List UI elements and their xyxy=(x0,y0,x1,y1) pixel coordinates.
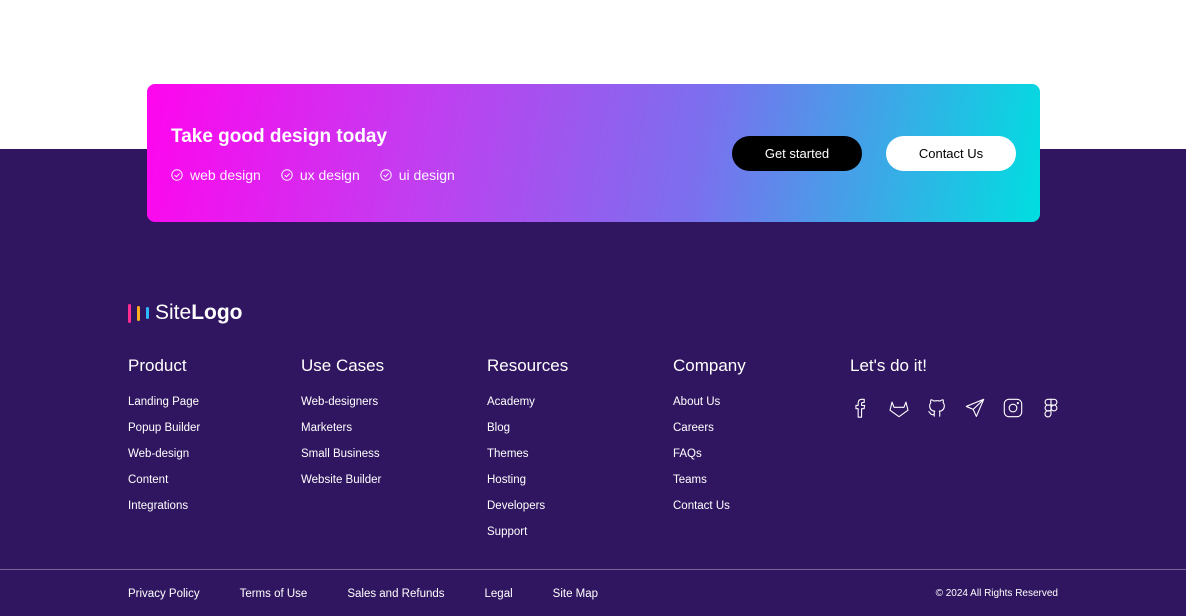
footer-divider xyxy=(0,569,1186,570)
column-title: Let's do it! xyxy=(850,356,927,375)
site-logo[interactable]: SiteLogo xyxy=(128,301,243,325)
terms-of-use-link[interactable]: Terms of Use xyxy=(240,588,308,600)
footer-link[interactable]: About Us xyxy=(673,395,746,421)
legal-links: Privacy Policy Terms of Use Sales and Re… xyxy=(128,588,638,600)
footer-link[interactable]: Web-designers xyxy=(301,395,384,421)
cta-tag-label: ux design xyxy=(299,167,360,183)
legal-link[interactable]: Legal xyxy=(485,588,513,600)
logo-mark-icon xyxy=(128,303,149,323)
get-started-button[interactable]: Get started xyxy=(732,136,862,171)
site-map-link[interactable]: Site Map xyxy=(553,588,598,600)
logo-bar xyxy=(128,303,131,323)
logo-bar xyxy=(137,305,140,321)
footer-link[interactable]: Contact Us xyxy=(673,499,746,525)
footer-link[interactable]: Website Builder xyxy=(301,473,384,499)
figma-icon[interactable] xyxy=(1040,396,1062,420)
column-title: Product xyxy=(128,356,187,375)
footer-link[interactable]: Developers xyxy=(487,499,568,525)
cta-title: Take good design today xyxy=(171,126,388,147)
check-circle-icon xyxy=(380,169,392,181)
footer-link[interactable]: Blog xyxy=(487,421,568,447)
footer-link[interactable]: Careers xyxy=(673,421,746,447)
footer-column-product: Product Landing Page Popup Builder Web-d… xyxy=(128,356,200,525)
check-circle-icon xyxy=(281,169,293,181)
footer-link[interactable]: Web-design xyxy=(128,447,200,473)
footer-link[interactable]: Popup Builder xyxy=(128,421,200,447)
footer-link[interactable]: Content xyxy=(128,473,200,499)
copyright-text: © 2024 All Rights Reserved xyxy=(935,588,1058,599)
cta-tag-ux-design: ux design xyxy=(281,167,360,183)
footer-link[interactable]: Small Business xyxy=(301,447,384,473)
footer-column-resources: Resources Academy Blog Themes Hosting De… xyxy=(487,356,568,551)
facebook-icon[interactable] xyxy=(850,396,872,420)
footer-link[interactable]: Teams xyxy=(673,473,746,499)
footer-link[interactable]: Themes xyxy=(487,447,568,473)
contact-us-button[interactable]: Contact Us xyxy=(886,136,1016,171)
cta-tags: web design ux design ui design xyxy=(171,167,475,183)
sales-and-refunds-link[interactable]: Sales and Refunds xyxy=(347,588,444,600)
cta-tag-ui-design: ui design xyxy=(380,167,455,183)
logo-text-light: Site xyxy=(155,301,192,324)
cta-tag-label: web design xyxy=(190,167,261,183)
logo-text-bold: Logo xyxy=(191,301,243,324)
footer-column-social: Let's do it! xyxy=(850,356,927,395)
column-title: Resources xyxy=(487,356,569,375)
footer-link[interactable]: Landing Page xyxy=(128,395,200,421)
column-title: Company xyxy=(673,356,746,375)
logo-text: SiteLogo xyxy=(155,301,243,325)
privacy-policy-link[interactable]: Privacy Policy xyxy=(128,588,200,600)
check-circle-icon xyxy=(171,169,183,181)
footer-link[interactable]: Integrations xyxy=(128,499,200,525)
social-links xyxy=(850,396,1078,420)
footer-link[interactable]: FAQs xyxy=(673,447,746,473)
footer-column-company: Company About Us Careers FAQs Teams Cont… xyxy=(673,356,746,525)
cta-banner: Take good design today web design ux des… xyxy=(147,84,1040,222)
footer-link[interactable]: Academy xyxy=(487,395,568,421)
logo-bar xyxy=(146,307,149,319)
instagram-icon[interactable] xyxy=(1002,396,1024,420)
footer-link[interactable]: Hosting xyxy=(487,473,568,499)
cta-tag-web-design: web design xyxy=(171,167,261,183)
footer-link[interactable]: Support xyxy=(487,525,568,551)
footer-column-use-cases: Use Cases Web-designers Marketers Small … xyxy=(301,356,384,499)
gitlab-icon[interactable] xyxy=(888,396,910,420)
cta-tag-label: ui design xyxy=(398,167,455,183)
footer-link[interactable]: Marketers xyxy=(301,421,384,447)
telegram-icon[interactable] xyxy=(964,396,986,420)
column-title: Use Cases xyxy=(301,356,385,375)
github-icon[interactable] xyxy=(926,396,948,420)
